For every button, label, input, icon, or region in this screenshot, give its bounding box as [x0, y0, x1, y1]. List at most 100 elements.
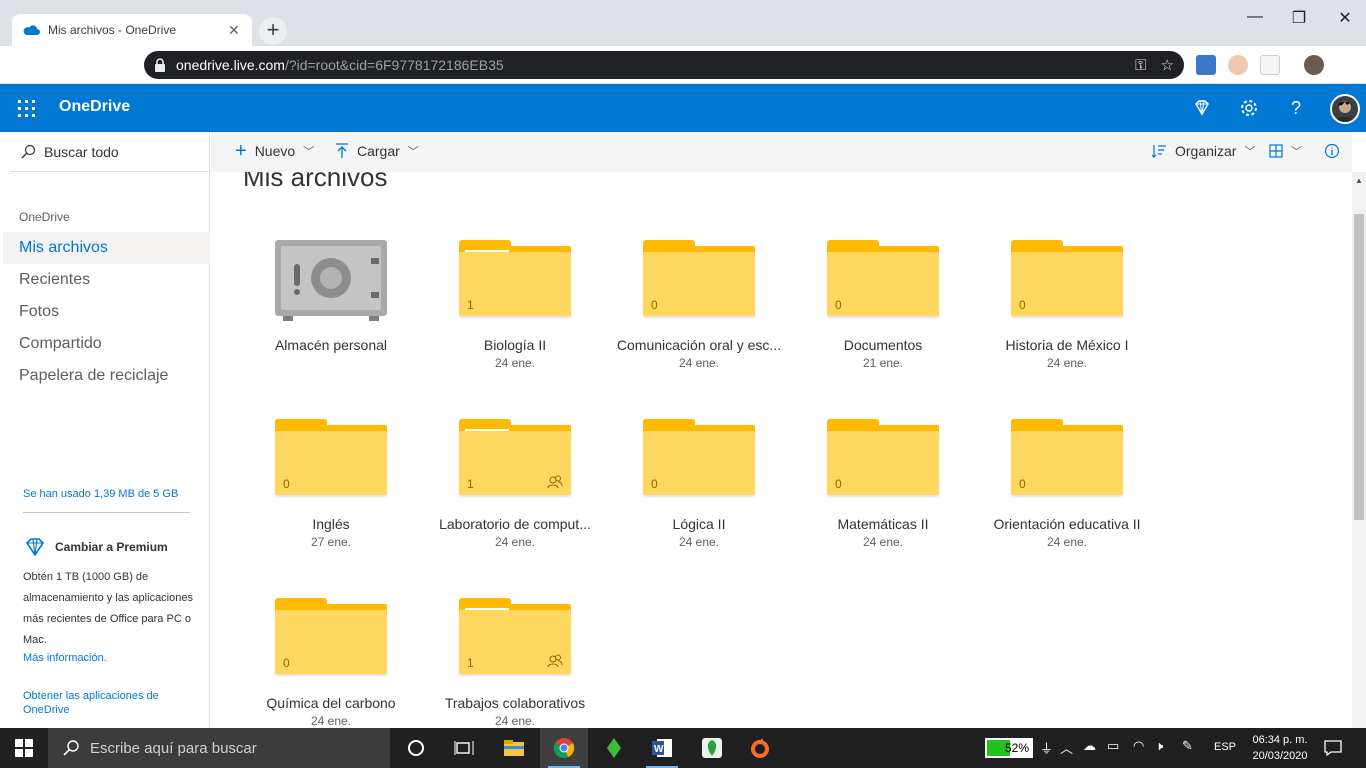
nav-item-fotos[interactable]: Fotos [3, 296, 210, 328]
new-tab-button[interactable]: + [259, 17, 287, 45]
folder-tile[interactable]: 1 Biología II 24 ene. [423, 240, 607, 400]
cloud-warning-icon[interactable]: ☁ [1083, 738, 1096, 754]
tile-date: 24 ene. [494, 535, 536, 549]
premium-title[interactable]: Cambiar a Premium [55, 540, 168, 554]
tile-name[interactable]: Comunicación oral y esc... [607, 337, 791, 353]
premium-more-link[interactable]: Más información. [23, 651, 193, 665]
tile-name[interactable]: Lógica II [607, 516, 791, 532]
settings-gear-icon[interactable] [1239, 98, 1259, 118]
folder-tile[interactable]: 0 Lógica II 24 ene. [607, 419, 791, 579]
premium-description: Obtén 1 TB (1000 GB) de almacenamiento y… [23, 571, 193, 646]
restore-icon[interactable]: ❐ [1276, 8, 1322, 28]
folder-tile[interactable]: 1 Laboratorio de comput... 24 ene. [423, 419, 607, 579]
tile-date: 24 ene. [494, 356, 536, 370]
personal-vault-tile[interactable]: Almacén personal [239, 240, 423, 400]
language-indicator[interactable]: ESP [1214, 741, 1236, 753]
notifications-icon[interactable] [1324, 740, 1342, 756]
folder-icon: 0 [1011, 240, 1123, 322]
help-icon[interactable]: ? [1286, 98, 1306, 118]
taskbar-search-icon [63, 740, 79, 756]
clock[interactable]: 06:34 p. m. 20/03/2020 [1240, 732, 1320, 764]
folder-icon: 0 [643, 240, 755, 322]
sims-plumbob-icon[interactable] [590, 728, 638, 768]
game-app-icon[interactable] [688, 728, 736, 768]
tile-name[interactable]: Almacén personal [239, 337, 423, 353]
tile-name[interactable]: Biología II [423, 337, 607, 353]
storage-quota-link[interactable]: Se han usado 1,39 MB de 5 GB [23, 488, 178, 500]
lock-icon [155, 58, 165, 72]
user-avatar[interactable] [1330, 94, 1360, 124]
tile-name[interactable]: Orientación educativa II [975, 516, 1159, 532]
tile-name[interactable]: Laboratorio de comput... [423, 516, 607, 532]
folder-tile[interactable]: 0 Historia de México I 24 ene. [975, 240, 1159, 400]
nav-item-papelera[interactable]: Papelera de reciclaje [3, 360, 210, 392]
new-button[interactable]: + Nuevo ﹀ [235, 141, 314, 161]
address-bar[interactable]: onedrive.live.com/?id=root&cid=6F9778172… [144, 51, 1184, 79]
close-window-icon[interactable]: ✕ [1322, 8, 1366, 28]
folder-icon: 0 [827, 419, 939, 501]
browser-toolbar: onedrive.live.com/?id=root&cid=6F9778172… [0, 46, 1366, 84]
chrome-taskbar-icon[interactable] [540, 728, 588, 768]
info-button[interactable] [1324, 143, 1340, 159]
extension-icon[interactable] [1196, 55, 1216, 75]
scroll-up-arrow-icon[interactable]: ▲ [1355, 176, 1363, 185]
wifi-icon[interactable]: ◠ [1133, 738, 1144, 754]
get-apps-link[interactable]: Obtener las aplicaciones de OneDrive [23, 689, 183, 717]
cortana-icon[interactable] [392, 728, 440, 768]
view-switcher-button[interactable]: ﹀ [1269, 143, 1302, 159]
tile-name[interactable]: Historia de México I [975, 337, 1159, 353]
show-hidden-icons-chevron-icon[interactable]: ︿ [1060, 738, 1073, 757]
battery-indicator[interactable]: 52% [985, 738, 1033, 758]
upload-button[interactable]: Cargar ﹀ [335, 143, 419, 159]
search-box[interactable]: Buscar todo [10, 132, 210, 172]
tile-name[interactable]: Inglés [239, 516, 423, 532]
battery-tray-icon[interactable]: ▭ [1107, 738, 1119, 754]
star-icon[interactable]: ☆ [1161, 56, 1174, 74]
app-launcher-icon[interactable] [18, 100, 36, 118]
info-icon [1324, 143, 1340, 159]
minimize-icon[interactable]: — [1232, 8, 1278, 26]
premium-promo: Cambiar a Premium Obtén 1 TB (1000 GB) d… [23, 537, 193, 665]
key-icon[interactable]: ⚿ [1135, 57, 1146, 74]
nav-item-compartido[interactable]: Compartido [3, 328, 210, 360]
tile-name[interactable]: Trabajos colaborativos [423, 695, 607, 711]
folder-tile[interactable]: 0 Química del carbono 24 ene. [239, 598, 423, 728]
tile-date: 24 ene. [678, 356, 720, 370]
sort-button[interactable]: Organizar ﹀ [1151, 143, 1255, 159]
extension-box-icon[interactable] [1260, 55, 1280, 75]
folder-tile[interactable]: 0 Matemáticas II 24 ene. [791, 419, 975, 579]
origin-icon[interactable] [736, 728, 784, 768]
file-explorer-icon[interactable] [490, 728, 538, 768]
tile-date: 21 ene. [862, 356, 904, 370]
tab-title: Mis archivos - OneDrive [48, 23, 177, 37]
premium-diamond-icon[interactable] [1192, 98, 1212, 118]
task-view-icon[interactable] [440, 728, 488, 768]
folder-tile[interactable]: 0 Inglés 27 ene. [239, 419, 423, 579]
nav-item-mis-archivos[interactable]: Mis archivos [3, 232, 210, 264]
folder-tile[interactable]: 0 Documentos 21 ene. [791, 240, 975, 400]
brand-title[interactable]: OneDrive [59, 98, 130, 116]
tile-name[interactable]: Matemáticas II [791, 516, 975, 532]
tile-name[interactable]: Documentos [791, 337, 975, 353]
tile-name[interactable]: Química del carbono [239, 695, 423, 711]
chevron-down-icon: ﹀ [1291, 146, 1302, 158]
vertical-scrollbar[interactable]: ▲ [1352, 172, 1366, 728]
start-button[interactable] [0, 728, 48, 768]
volume-muted-icon[interactable]: 🕨 [1155, 738, 1163, 754]
browser-tab[interactable]: Mis archivos - OneDrive ✕ [12, 14, 252, 46]
profile-avatar-icon[interactable] [1304, 55, 1324, 75]
word-icon[interactable]: W [638, 728, 686, 768]
taskbar-search[interactable]: Escribe aquí para buscar [48, 728, 390, 768]
folder-tile[interactable]: 1 Trabajos colaborativos 24 ene. [423, 598, 607, 728]
pen-icon[interactable]: ✎ [1182, 738, 1193, 754]
folder-tile[interactable]: 0 Orientación educativa II 24 ene. [975, 419, 1159, 579]
tile-date: 24 ene. [678, 535, 720, 549]
extension-face-icon[interactable] [1228, 55, 1248, 75]
tile-date: 24 ene. [862, 535, 904, 549]
chevron-down-icon: ﹀ [407, 146, 419, 158]
scrollbar-thumb[interactable] [1354, 214, 1364, 520]
close-tab-icon[interactable]: ✕ [226, 22, 242, 39]
folder-tile[interactable]: 0 Comunicación oral y esc... 24 ene. [607, 240, 791, 400]
nav-item-recientes[interactable]: Recientes [3, 264, 210, 296]
tile-date: 24 ene. [494, 714, 536, 728]
